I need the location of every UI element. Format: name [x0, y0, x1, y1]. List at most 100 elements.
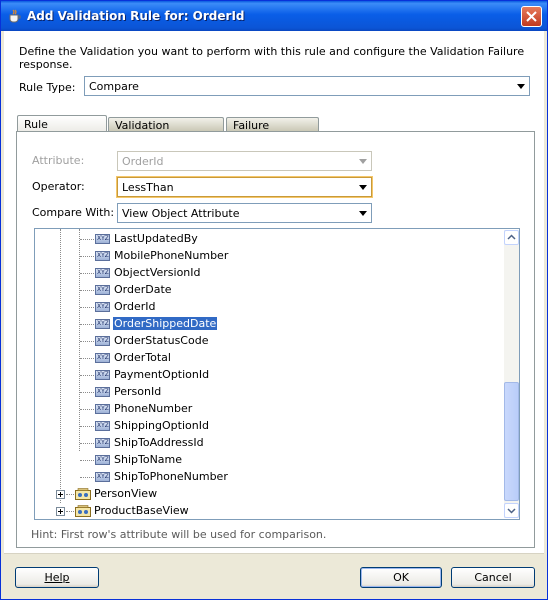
cancel-button[interactable]: Cancel: [451, 567, 535, 588]
tree-branch-line: [80, 307, 94, 308]
tree-node-person-view[interactable]: PersonView: [35, 486, 495, 502]
attribute-icon: [95, 472, 110, 482]
tab-rule-definition[interactable]: Rule Definition: [17, 115, 107, 144]
tree-row-selected[interactable]: OrderShippedDate: [35, 316, 495, 332]
tree-branch-line: [66, 494, 74, 495]
tree-item-label: OrderStatusCode: [114, 334, 209, 347]
expand-icon[interactable]: [56, 490, 65, 499]
close-button[interactable]: [521, 6, 542, 27]
attribute-icon: [95, 234, 110, 244]
tree-branch-line: [80, 358, 94, 359]
tree-branch-line: [80, 341, 94, 342]
attribute-icon: [95, 455, 110, 465]
chevron-down-icon: [359, 159, 367, 164]
dialog-footer: Help OK Cancel: [4, 553, 544, 597]
tree-row[interactable]: ShipToPhoneNumber: [35, 469, 495, 485]
attribute-icon: [95, 251, 110, 261]
chevron-down-icon: [517, 84, 525, 89]
tree-item-label: ProductBaseView: [94, 504, 189, 517]
dialog-window: Add Validation Rule for: OrderId Define …: [0, 0, 548, 600]
tree-branch-line: [66, 511, 74, 512]
tree-item-label: OrderDate: [114, 283, 172, 296]
tree-branch-line: [80, 409, 94, 410]
help-button[interactable]: Help: [15, 567, 99, 588]
tree-row[interactable]: LastUpdatedBy: [35, 231, 495, 247]
operator-value: LessThan: [122, 181, 174, 194]
attribute-tree[interactable]: LastUpdatedBy MobilePhoneNumber ObjectVe…: [34, 228, 520, 520]
tree-item-label: MobilePhoneNumber: [114, 249, 229, 262]
compare-with-value: View Object Attribute: [122, 207, 240, 220]
ok-button[interactable]: OK: [360, 567, 442, 588]
tree-row[interactable]: MobilePhoneNumber: [35, 248, 495, 264]
tree-item-label: OrderTotal: [114, 351, 171, 364]
tab-validation-execution[interactable]: Validation Execution: [108, 117, 224, 145]
tree-row[interactable]: OrderTotal: [35, 350, 495, 366]
rule-type-value: Compare: [89, 80, 139, 93]
tree-item-label: PaymentOptionId: [114, 368, 210, 381]
tree-branch-line: [80, 256, 94, 257]
tree-row[interactable]: ShippingOptionId: [35, 418, 495, 434]
tree-branch-line: [80, 239, 94, 240]
expand-icon[interactable]: [56, 507, 65, 516]
operator-select[interactable]: LessThan: [117, 177, 372, 197]
attribute-label: Attribute:: [32, 154, 85, 167]
tree-branch-line: [80, 375, 94, 376]
tree-row[interactable]: PhoneNumber: [35, 401, 495, 417]
tree-branch-line: [80, 443, 94, 444]
hint-text: Hint: First row's attribute will be used…: [31, 528, 327, 541]
tree-row[interactable]: OrderStatusCode: [35, 333, 495, 349]
chevron-down-icon: [359, 185, 367, 190]
tree-item-label: ShippingOptionId: [114, 419, 209, 432]
compare-with-select[interactable]: View Object Attribute: [117, 203, 372, 223]
attribute-icon: [95, 421, 110, 431]
help-label: Help: [44, 571, 70, 584]
tree-item-label: OrderId: [114, 300, 156, 313]
chevron-down-icon: [507, 508, 516, 514]
tree-row[interactable]: OrderDate: [35, 282, 495, 298]
rule-type-label: Rule Type:: [19, 81, 76, 94]
tree-item-label: OrderShippedDate: [113, 317, 218, 330]
coffee-cup-icon: [9, 9, 21, 23]
view-object-icon: [75, 488, 91, 500]
tree-node-product-base-view[interactable]: ProductBaseView: [35, 503, 495, 519]
attribute-select: OrderId: [117, 151, 372, 171]
attribute-value: OrderId: [122, 155, 164, 168]
attribute-icon: [95, 387, 110, 397]
title-bar[interactable]: Add Validation Rule for: OrderId: [1, 1, 547, 31]
tree-branch-line: [80, 426, 94, 427]
chevron-down-icon: [359, 211, 367, 216]
tree-item-label: ShipToPhoneNumber: [114, 470, 228, 483]
attribute-icon: [95, 336, 110, 346]
attribute-icon: [95, 302, 110, 312]
tree-branch-line: [80, 460, 94, 461]
ok-label: OK: [393, 571, 409, 584]
tree-item-label: PhoneNumber: [114, 402, 193, 415]
tree-item-label: ShipToName: [114, 453, 183, 466]
tree-row[interactable]: OrderId: [35, 299, 495, 315]
scroll-thumb[interactable]: [504, 382, 519, 501]
scroll-up-button[interactable]: [504, 230, 519, 245]
tree-item-label: ObjectVersionId: [114, 266, 201, 279]
attribute-icon: [95, 285, 110, 295]
tree-branch-line: [80, 324, 94, 325]
operator-label: Operator:: [32, 180, 85, 193]
view-object-icon: [75, 505, 91, 517]
chevron-up-icon: [507, 234, 516, 240]
attribute-icon: [95, 319, 110, 329]
tab-failure-handling[interactable]: Failure Handling: [226, 117, 319, 145]
window-title: Add Validation Rule for: OrderId: [27, 9, 245, 23]
tree-row[interactable]: ObjectVersionId: [35, 265, 495, 281]
attribute-icon: [95, 370, 110, 380]
tree-row[interactable]: ShipToAddressId: [35, 435, 495, 451]
close-icon: [526, 11, 537, 22]
attribute-icon: [95, 268, 110, 278]
tree-item-label: LastUpdatedBy: [114, 232, 198, 245]
tree-row[interactable]: ShipToName: [35, 452, 495, 468]
tree-row[interactable]: PaymentOptionId: [35, 367, 495, 383]
rule-type-select[interactable]: Compare: [84, 76, 530, 96]
tree-branch-line: [80, 290, 94, 291]
tree-row[interactable]: PersonId: [35, 384, 495, 400]
scroll-down-button[interactable]: [504, 503, 519, 518]
tree-scrollbar[interactable]: [504, 230, 519, 518]
dialog-description: Define the Validation you want to perfor…: [19, 45, 525, 71]
